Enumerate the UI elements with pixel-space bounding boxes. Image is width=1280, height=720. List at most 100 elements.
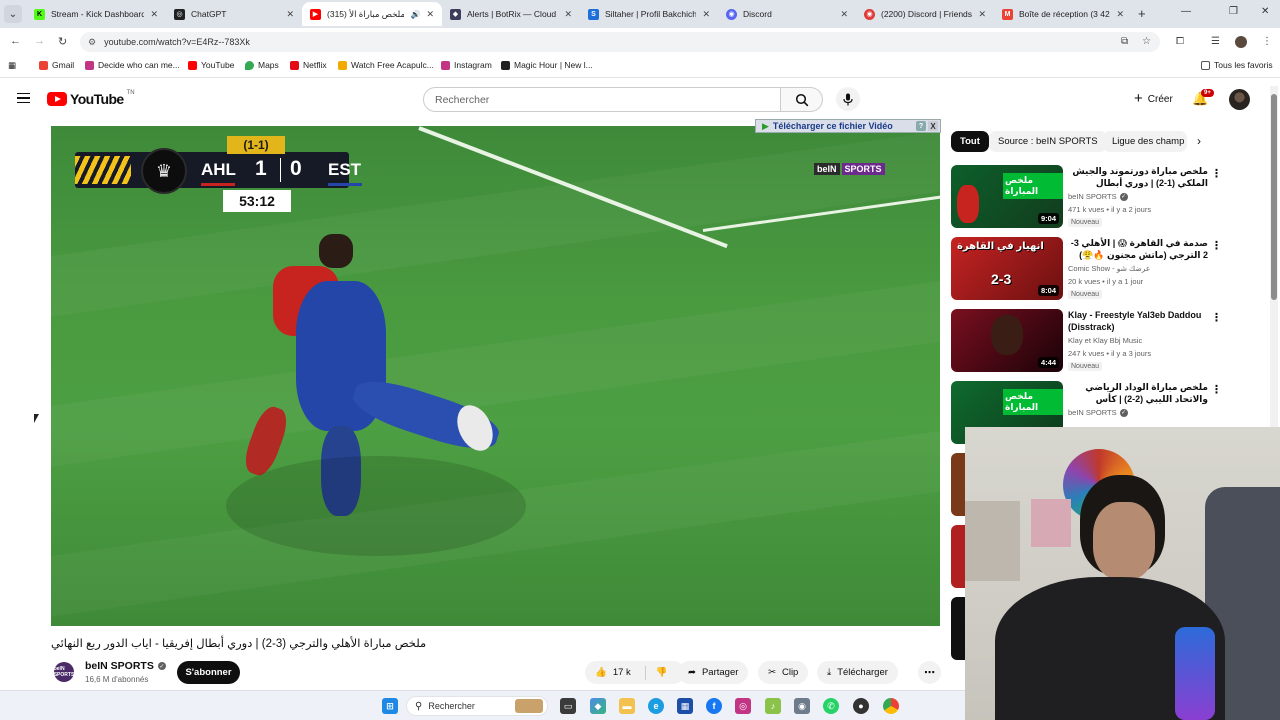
download-button[interactable]: ⤓ Télécharger [817,661,898,684]
recommended-video[interactable]: ملخص المباراة 9:04 ملخص مباراة دورتموند … [951,165,1251,229]
recommended-channel[interactable]: beIN SPORTS ✓ [1068,408,1128,417]
browser-tab-active[interactable]: ▶ ملخص مباراة الأ (315) 🔊 ✕ [302,2,442,26]
recommended-channel[interactable]: Klay et Klay Bbj Music [1068,336,1142,345]
kebab-menu-icon[interactable]: ⋮ [1211,239,1222,252]
close-tab-icon[interactable]: ✕ [840,9,848,20]
hamburger-menu-icon[interactable] [17,93,30,103]
bookmark-instagram-settings[interactable]: Decide who can me... [85,60,180,70]
video-thumbnail[interactable] [951,453,965,516]
close-tab-icon[interactable]: ✕ [702,9,710,20]
minimize-icon[interactable]: — [1181,6,1191,17]
site-info-icon[interactable]: ⚙ [88,37,96,48]
video-thumbnail[interactable]: 4:44 [951,309,1063,372]
bookmark-magic-hour[interactable]: Magic Hour | New l... [501,60,593,70]
obs-icon[interactable]: ● [853,698,869,714]
file-explorer-icon[interactable]: ▬ [619,698,635,714]
whatsapp-icon[interactable]: ✆ [823,698,839,714]
kebab-menu-icon[interactable]: ⋮ [1262,36,1272,47]
close-tab-icon[interactable]: ✕ [426,9,434,20]
cast-icon[interactable]: ⧉ [1121,36,1128,47]
create-button[interactable]: + Créer [1124,88,1183,110]
app-icon[interactable]: ♪ [765,698,781,714]
kebab-menu-icon[interactable]: ⋮ [1211,167,1222,180]
like-button[interactable]: 👍 17 k 👎 [585,661,685,684]
new-tab-button[interactable]: + [1138,6,1146,21]
chevron-right-icon[interactable]: › [1197,134,1201,148]
task-view-icon[interactable]: ▭ [560,698,576,714]
kebab-menu-icon[interactable]: ⋮ [1211,311,1222,324]
download-video-overlay[interactable]: ▶ Télécharger ce fichier Vidéo ? X [755,119,941,133]
bookmark-youtube[interactable]: YouTube [188,60,234,70]
close-tab-icon[interactable]: ✕ [564,9,572,20]
video-thumbnail[interactable]: ملخص المباراة 9:04 [951,165,1063,228]
recommended-video[interactable]: 4:44 Klay - Freestyle Yal3eb Daddou (Dis… [951,309,1251,373]
scrollbar-thumb[interactable] [1271,94,1277,300]
match-clock: 53:12 [223,190,291,212]
youtube-logo[interactable]: YouTube TN [47,90,135,107]
voice-search-button[interactable] [836,87,860,111]
bookmark-instagram[interactable]: Instagram [441,60,492,70]
bookmark-gmail[interactable]: Gmail [39,60,74,70]
instagram-icon[interactable]: ◎ [735,698,751,714]
browser-tab[interactable]: M Boîte de réception (3 42 ✕ [994,2,1132,26]
facebook-icon[interactable]: f [706,698,722,714]
store-icon[interactable]: ▦ [677,698,693,714]
bookmark-star-icon[interactable]: ☆ [1142,36,1151,47]
profile-icon[interactable] [1235,36,1247,48]
close-tab-icon[interactable]: ✕ [1116,9,1124,20]
search-input[interactable]: Rechercher [423,87,781,112]
video-thumbnail[interactable] [951,525,965,588]
apps-grid-icon[interactable]: ▦ [8,60,16,71]
close-tab-icon[interactable]: ✕ [286,9,294,20]
browser-tab[interactable]: ◎ ChatGPT ✕ [166,2,302,26]
chip-all[interactable]: Tout [951,131,989,152]
help-button[interactable]: ? [916,121,926,131]
forward-arrow-icon[interactable]: → [34,35,45,47]
speaker-icon[interactable]: 🔊 [410,10,420,19]
channel-avatar[interactable]: beIN SPORTS [54,662,74,682]
close-tab-icon[interactable]: ✕ [978,9,986,20]
video-player[interactable]: ♛ AHL 1 0 EST (1-1) 53:12 beIN SPORTS [51,126,940,626]
video-thumbnail[interactable] [951,597,965,660]
all-favorites[interactable]: Tous les favoris [1201,60,1273,70]
extensions-icon[interactable]: ⧠ [1176,36,1184,47]
browser-tab[interactable]: S Siltaher | Profil Bakchich ✕ [580,2,718,26]
bookmark-watch-free[interactable]: Watch Free Acapulc... [338,60,434,70]
thumbs-down-icon[interactable]: 👎 [656,667,668,678]
clip-button[interactable]: ✂ Clip [758,661,809,684]
browser-tab[interactable]: K Stream - Kick Dashboard ✕ [26,2,166,26]
close-tab-icon[interactable]: ✕ [150,9,158,20]
close-window-icon[interactable]: ✕ [1261,6,1269,17]
account-avatar[interactable] [1229,89,1250,110]
back-arrow-icon[interactable]: ← [10,35,21,47]
search-button[interactable] [781,87,823,112]
tab-search-button[interactable]: ⌄ [4,5,22,23]
reading-list-icon[interactable]: ☰ [1211,36,1220,47]
url-bar[interactable]: ⚙ youtube.com/watch?v=E4Rz--783Xk [80,32,1160,52]
reload-icon[interactable]: ↻ [58,35,67,48]
bookmark-maps[interactable]: Maps [245,60,279,70]
chrome-icon[interactable] [883,698,899,714]
edge-icon[interactable]: e [648,698,664,714]
browser-tab[interactable]: ◆ Alerts | BotRix — Cloud S ✕ [442,2,580,26]
chip-source[interactable]: Source : beIN SPORTS [989,131,1107,152]
more-actions-icon[interactable]: ⋯ [918,661,941,684]
share-button[interactable]: ➦ Partager [678,661,749,684]
browser-tab[interactable]: ◉ (2200) Discord | Friends ✕ [856,2,994,26]
channel-name[interactable]: beIN SPORTS ✓ [85,660,166,672]
camera-icon[interactable]: ◉ [794,698,810,714]
chip-champions-league[interactable]: Ligue des champ [1103,131,1187,152]
recommended-channel[interactable]: Comic Show - عرضك شو [1068,264,1150,273]
close-overlay-button[interactable]: X [928,121,938,131]
browser-tab[interactable]: ◉ Discord ✕ [718,2,856,26]
widgets-icon[interactable]: ◆ [590,698,606,714]
taskbar-search[interactable]: ⚲ Rechercher [406,696,548,716]
maximize-icon[interactable]: ❐ [1229,6,1238,17]
windows-start-icon[interactable]: ⊞ [382,698,398,714]
video-thumbnail[interactable]: انهيار في القاهرة 2-3 8:04 [951,237,1063,300]
recommended-video[interactable]: انهيار في القاهرة 2-3 8:04 صدمة في القاه… [951,237,1251,301]
recommended-channel[interactable]: beIN SPORTS ✓ [1068,192,1128,201]
subscribe-button[interactable]: S'abonner [177,661,240,684]
bookmark-netflix[interactable]: Netflix [290,60,327,70]
kebab-menu-icon[interactable]: ⋮ [1211,383,1222,396]
